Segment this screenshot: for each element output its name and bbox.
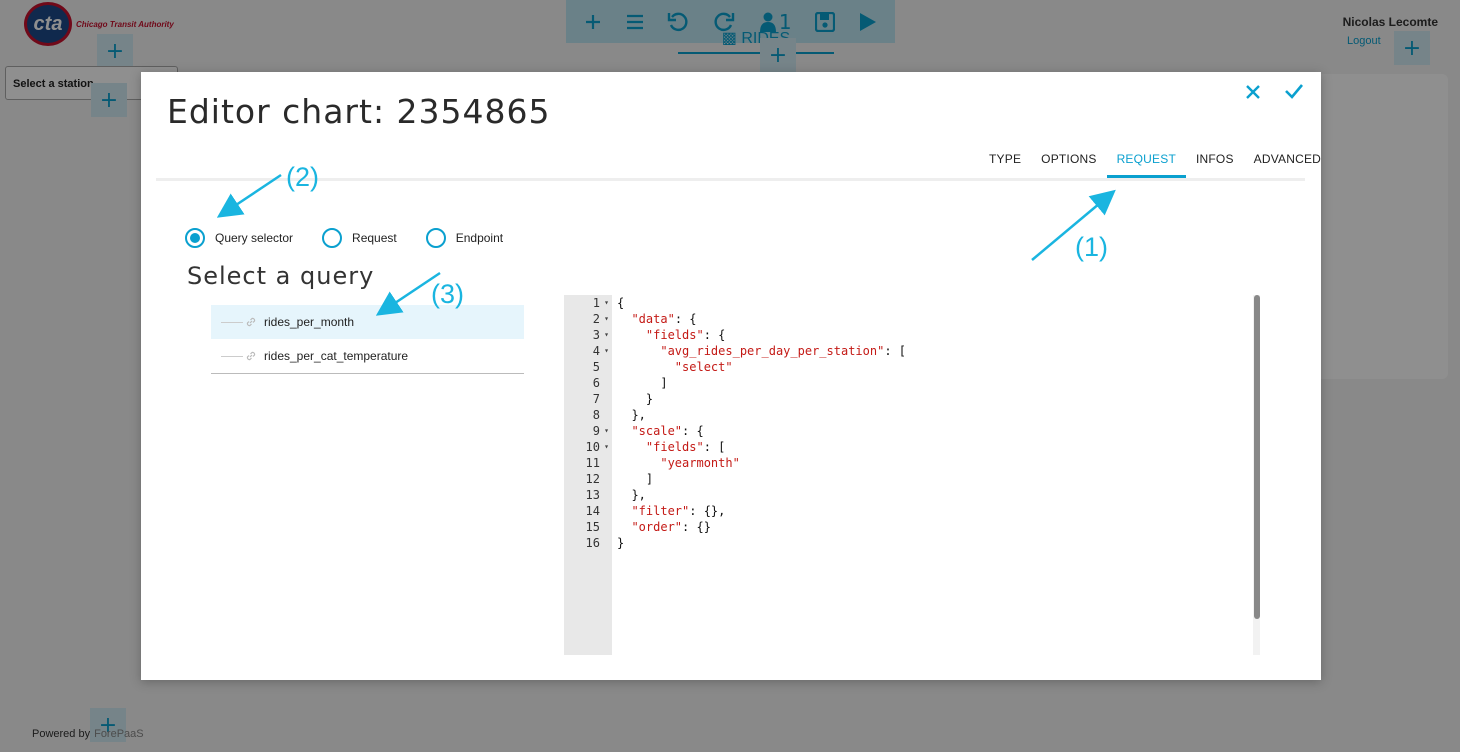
annotation-label-3: (3) (431, 279, 464, 309)
annotation-label-1: (1) (1075, 232, 1108, 262)
arrow-2 (216, 173, 282, 218)
annotation-arrows (216, 173, 1116, 316)
annotation-label-2: (2) (286, 162, 319, 192)
